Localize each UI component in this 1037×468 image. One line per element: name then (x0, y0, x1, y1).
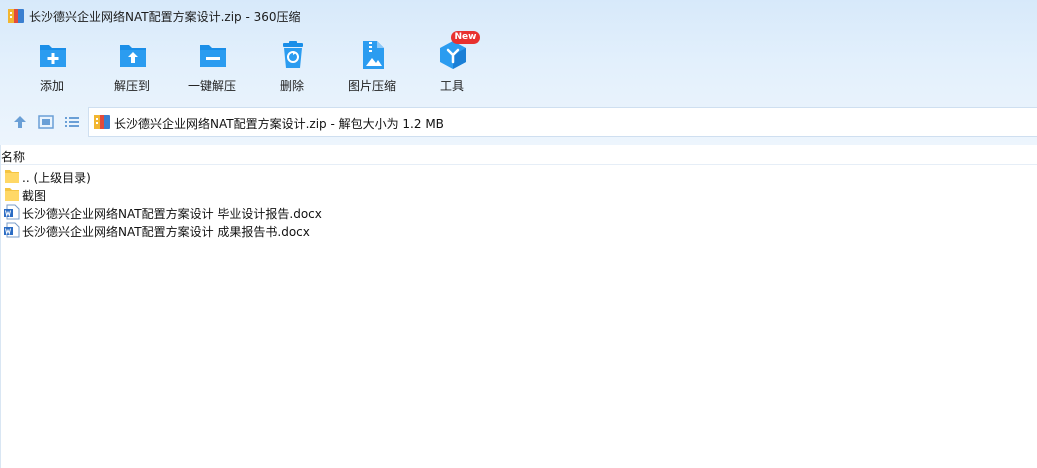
thumbnail-view-icon[interactable] (38, 114, 54, 130)
folder-icon (5, 188, 19, 201)
add-button[interactable]: 添加 (16, 38, 88, 98)
column-header-name[interactable]: 名称 (1, 148, 25, 165)
add-folder-icon (40, 45, 66, 67)
file-name: 长沙德兴企业网络NAT配置方案设计 成果报告书.docx (22, 225, 310, 239)
address-path: 长沙德兴企业网络NAT配置方案设计.zip - 解包大小为 1.2 MB (114, 117, 444, 131)
zip-archive-icon (8, 9, 24, 23)
file-name: 长沙德兴企业网络NAT配置方案设计 毕业设计报告.docx (22, 207, 322, 221)
list-view-icon[interactable] (64, 114, 80, 130)
delete-label: 删除 (279, 79, 304, 93)
tools-cube-icon (440, 41, 466, 69)
extract-to-button[interactable]: 解压到 (96, 38, 168, 98)
zip-archive-icon (94, 115, 110, 129)
image-compress-label: 图片压缩 (347, 79, 396, 93)
file-name: .. (上级目录) (22, 171, 91, 185)
image-compress-button[interactable]: 图片压缩 (336, 38, 408, 98)
one-click-extract-button[interactable]: 一键解压 (176, 38, 248, 98)
toolbar: 添加 解压到 一键解压 删除 图片压缩 工具 (0, 38, 1037, 98)
tools-label: 工具 (439, 79, 464, 93)
tools-button[interactable]: 工具 (416, 38, 488, 98)
list-item[interactable]: 长沙德兴企业网络NAT配置方案设计 成果报告书.docx (4, 221, 404, 239)
file-name: 截图 (22, 189, 47, 203)
list-item[interactable]: 截图 (4, 185, 404, 203)
address-bar[interactable]: 长沙德兴企业网络NAT配置方案设计.zip - 解包大小为 1.2 MB (88, 107, 1037, 137)
title-bar: 长沙德兴企业网络NAT配置方案设计.zip - 360压缩 (0, 0, 1037, 32)
word-document-icon (4, 222, 20, 238)
one-click-extract-icon (200, 45, 226, 67)
navigation-bar: 长沙德兴企业网络NAT配置方案设计.zip - 解包大小为 1.2 MB (0, 106, 1037, 138)
list-item[interactable]: .. (上级目录) (4, 167, 404, 185)
new-badge: New (451, 31, 480, 44)
folder-icon (5, 170, 19, 183)
top-chrome: 长沙德兴企业网络NAT配置方案设计.zip - 360压缩 添加 解压到 一键解… (0, 0, 1037, 145)
delete-button[interactable]: 删除 (256, 38, 328, 98)
header-divider (1, 164, 1037, 165)
extract-to-label: 解压到 (113, 79, 150, 93)
word-document-icon (4, 204, 20, 220)
list-item[interactable]: 长沙德兴企业网络NAT配置方案设计 毕业设计报告.docx (4, 203, 404, 221)
extract-to-folder-icon (120, 45, 146, 67)
recycle-bin-icon (283, 41, 303, 68)
file-list: 名称 .. (上级目录) 截图 长沙德兴企业网络NAT配置方案设计 毕业设计报告… (0, 145, 1037, 468)
window-title: 长沙德兴企业网络NAT配置方案设计.zip - 360压缩 (29, 10, 301, 24)
one-click-extract-label: 一键解压 (187, 79, 236, 93)
add-label: 添加 (39, 79, 64, 93)
up-arrow-icon[interactable] (12, 114, 28, 130)
image-compress-icon (363, 41, 384, 69)
